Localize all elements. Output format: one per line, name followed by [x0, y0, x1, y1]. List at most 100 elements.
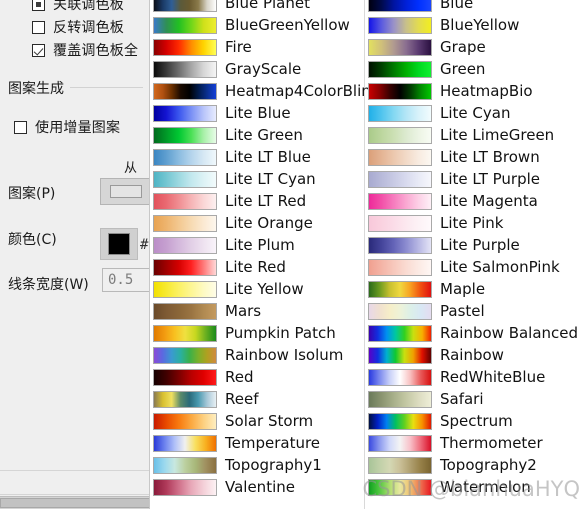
palette-list-item[interactable]: Lite Orange — [150, 212, 368, 234]
checkbox-label-invert-palette: 反转调色板 — [53, 20, 124, 36]
checkbox-use-incremental-pattern[interactable] — [14, 120, 27, 134]
palette-gradient-swatch — [153, 82, 217, 100]
palette-gradient-swatch — [368, 346, 432, 364]
palette-list-item[interactable]: RedWhiteBlue — [365, 366, 583, 388]
palette-gradient-swatch — [368, 192, 432, 210]
palette-list-item[interactable]: Reef — [150, 388, 368, 410]
palette-list-item[interactable]: Lite LimeGreen — [365, 124, 583, 146]
palette-list-item[interactable]: Blue — [365, 0, 583, 14]
palette-gradient-swatch — [153, 324, 217, 342]
palette-name-label: Lite LT Purple — [440, 169, 540, 188]
palette-list-item[interactable]: Solar Storm — [150, 410, 368, 432]
line-width-input[interactable]: 0.5 — [102, 268, 149, 292]
palette-name-label: Solar Storm — [225, 411, 314, 430]
palette-name-label: Safari — [440, 389, 484, 408]
palette-list-item[interactable]: BlueYellow — [365, 14, 583, 36]
palette-name-label: Lite Cyan — [440, 103, 511, 122]
palette-name-label: Lite Red — [225, 257, 286, 276]
palette-name-label: Lite Blue — [225, 103, 291, 122]
palette-list-item[interactable]: Heatmap4ColorBlind — [150, 80, 380, 102]
checkbox-label-overwrite-palette: 覆盖调色板全 — [53, 43, 139, 59]
palette-list-item[interactable]: Lite Green — [150, 124, 368, 146]
palette-list-item[interactable]: Lite LT Cyan — [150, 168, 368, 190]
palette-list-item[interactable]: HeatmapBio — [365, 80, 583, 102]
palette-list-item[interactable]: BlueGreenYellow — [150, 14, 368, 36]
palette-gradient-swatch — [368, 280, 432, 298]
checkbox-overwrite-palette[interactable] — [32, 43, 45, 57]
palette-gradient-swatch — [153, 368, 217, 386]
palette-name-label: Lite Pink — [440, 213, 504, 232]
palette-name-label: Lite Green — [225, 125, 303, 144]
palette-list-item[interactable]: Spectrum — [365, 410, 583, 432]
palette-list-item[interactable]: Lite Cyan — [365, 102, 583, 124]
palette-list-item[interactable]: Green — [365, 58, 583, 80]
palette-gradient-swatch — [153, 236, 217, 254]
palette-name-label: Lite SalmonPink — [440, 257, 560, 276]
palette-list-item[interactable]: Fire — [150, 36, 368, 58]
palette-list-item[interactable]: Lite Yellow — [150, 278, 368, 300]
checkbox-row-overwrite-palette[interactable]: 覆盖调色板全 — [32, 40, 138, 60]
palette-list-item[interactable]: Mars — [150, 300, 368, 322]
checkbox-row-use-incremental-pattern[interactable]: 使用增量图案 — [14, 117, 120, 137]
palette-gradient-swatch — [368, 324, 432, 342]
palette-list-item[interactable]: Blue Planet — [150, 0, 368, 14]
palette-gradient-swatch — [368, 126, 432, 144]
palette-list-item[interactable]: Temperature — [150, 432, 368, 454]
palette-list-item[interactable]: Rainbow Isolum — [150, 344, 368, 366]
palette-list-item[interactable]: Safari — [365, 388, 583, 410]
palette-list-item[interactable]: Thermometer — [365, 432, 583, 454]
palette-list-item[interactable]: Lite LT Brown — [365, 146, 583, 168]
palette-list-item[interactable]: Lite Blue — [150, 102, 368, 124]
palette-gradient-swatch — [368, 258, 432, 276]
palette-gradient-swatch — [368, 368, 432, 386]
palette-name-label: Lite Orange — [225, 213, 313, 232]
palette-list-item[interactable]: Watermelon — [365, 476, 583, 498]
palette-list-item[interactable]: Rainbow Balanced — [365, 322, 583, 344]
horizontal-scrollbar-thumb[interactable] — [0, 498, 149, 508]
checkbox-row-linked-palette[interactable]: 关联调色板 — [32, 0, 124, 14]
palette-name-label: Topography2 — [440, 455, 537, 474]
options-panel: 关联调色板 反转调色板 覆盖调色板全 图案生成 使用增量图案 从 图案(P) 颜… — [0, 0, 150, 509]
palette-gradient-swatch — [368, 390, 432, 408]
palette-list-item[interactable]: Lite LT Red — [150, 190, 368, 212]
palette-list-item[interactable]: Lite Plum — [150, 234, 368, 256]
palette-list[interactable]: Blue Planet BlueGreenYellow Fire GrayScale H… — [150, 0, 586, 509]
palette-list-item[interactable]: Maple — [365, 278, 583, 300]
palette-list-item[interactable]: Lite Pink — [365, 212, 583, 234]
palette-gradient-swatch — [153, 412, 217, 430]
hash-symbol-label: # — [140, 237, 149, 253]
palette-list-item[interactable]: Lite LT Purple — [365, 168, 583, 190]
palette-gradient-swatch — [368, 478, 432, 496]
palette-list-item[interactable]: Valentine — [150, 476, 368, 498]
color-picker-button[interactable] — [100, 228, 138, 260]
palette-name-label: Rainbow Isolum — [225, 345, 344, 364]
horizontal-scrollbar[interactable] — [0, 496, 149, 509]
palette-list-item[interactable]: Pastel — [365, 300, 583, 322]
checkbox-linked-palette[interactable] — [32, 0, 45, 11]
palette-name-label: Lite LT Brown — [440, 147, 540, 166]
palette-gradient-swatch — [153, 126, 217, 144]
palette-name-label: Lite Magenta — [440, 191, 538, 210]
palette-list-item[interactable]: Grape — [365, 36, 583, 58]
palette-list-item[interactable]: Topography2 — [365, 454, 583, 476]
checkbox-row-invert-palette[interactable]: 反转调色板 — [32, 17, 124, 37]
palette-list-item[interactable]: Lite Magenta — [365, 190, 583, 212]
palette-name-label: Watermelon — [440, 477, 531, 496]
palette-name-label: Lite Purple — [440, 235, 520, 254]
palette-list-item[interactable]: GrayScale — [150, 58, 368, 80]
palette-name-label: Temperature — [225, 433, 321, 452]
palette-name-label: Rainbow — [440, 345, 504, 364]
palette-list-item[interactable]: Pumpkin Patch — [150, 322, 368, 344]
palette-list-item[interactable]: Rainbow — [365, 344, 583, 366]
palette-list-item[interactable]: Lite LT Blue — [150, 146, 368, 168]
checkbox-invert-palette[interactable] — [32, 20, 45, 34]
pattern-picker-button[interactable] — [100, 178, 149, 205]
palette-name-label: GrayScale — [225, 59, 302, 78]
palette-name-label: Lite LT Red — [225, 191, 307, 210]
palette-list-item[interactable]: Lite SalmonPink — [365, 256, 583, 278]
palette-list-item[interactable]: Lite Red — [150, 256, 368, 278]
palette-name-label: Blue Planet — [225, 0, 310, 12]
palette-list-item[interactable]: Red — [150, 366, 368, 388]
palette-list-item[interactable]: Topography1 — [150, 454, 368, 476]
palette-list-item[interactable]: Lite Purple — [365, 234, 583, 256]
